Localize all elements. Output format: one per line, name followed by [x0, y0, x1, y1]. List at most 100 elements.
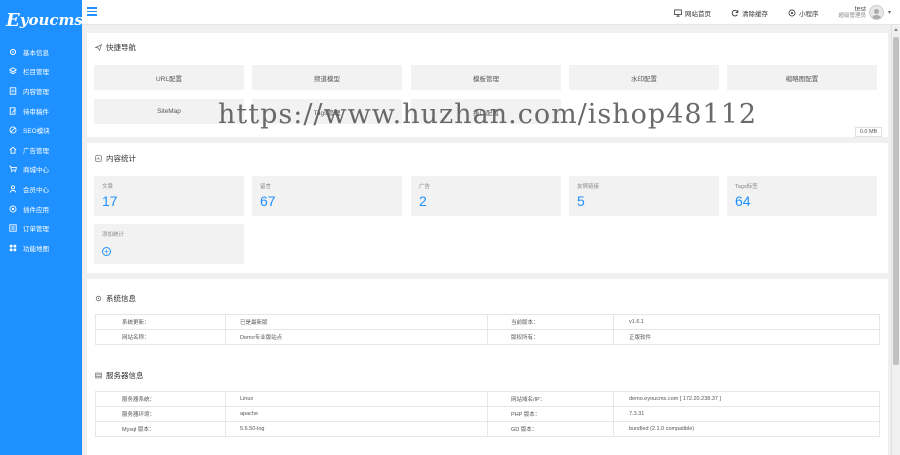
layers-icon: [9, 67, 17, 75]
chevron-down-icon[interactable]: ▾: [888, 9, 891, 16]
menu-toggle-icon[interactable]: [87, 7, 97, 16]
main-content: 快捷导航 URL配置 频道模型 模板管理 水印配置 缩略图配置 SiteMap …: [82, 25, 900, 455]
thumbnail-config-button[interactable]: 缩略图配置: [727, 65, 877, 90]
table-cell-value: 正版软件: [613, 329, 880, 345]
sidebar-item-label: 栏目管理: [23, 69, 49, 77]
api-config-button[interactable]: 接口配置: [411, 99, 561, 124]
stat-label: 文章: [102, 184, 114, 190]
table-cell-key: 系统更新：: [95, 314, 226, 330]
sidebar-item-content[interactable]: 内容管理: [0, 81, 82, 101]
content-stats-panel: 内容统计 文章 17 留言 67 广告 2 友情链接 5 Tags标签 64 添…: [87, 143, 888, 273]
sidebar-item-label: 内容管理: [23, 88, 49, 96]
table-cell-key: 服务器系统：: [95, 391, 226, 407]
sitemap-button[interactable]: SiteMap: [94, 99, 244, 124]
sidebar-item-columns[interactable]: 栏目管理: [0, 62, 82, 82]
sidebar-item-seo[interactable]: SEO模块: [0, 120, 82, 140]
gear-icon: [9, 48, 17, 56]
user-role: 超级管理员: [838, 12, 866, 19]
sidebar-item-members[interactable]: 会员中心: [0, 179, 82, 199]
stat-label: 广告: [419, 184, 431, 190]
cache-size-badge: 0.0 MB: [855, 127, 882, 137]
list-icon: [9, 224, 17, 232]
stat-card-links[interactable]: 友情链接 5: [569, 176, 719, 216]
sidebar-item-label: 功能地图: [23, 245, 49, 253]
channel-model-button[interactable]: 频道模型: [252, 65, 402, 90]
server-icon: [95, 372, 102, 379]
add-stat-card[interactable]: 添加统计 +: [94, 224, 244, 264]
gear-icon: [95, 295, 102, 302]
system-info-title: 系统信息: [95, 293, 136, 304]
table-cell-key: GD 版本：: [487, 421, 614, 437]
home-icon: [9, 146, 17, 154]
clear-cache-label: 清除缓存: [741, 10, 768, 18]
user-info: test 超级管理员: [838, 6, 866, 20]
user-menu[interactable]: test 超级管理员 ▾: [838, 5, 891, 20]
sidebar-item-ads[interactable]: 广告管理: [0, 140, 82, 160]
add-circle-icon[interactable]: +: [102, 247, 111, 256]
table-cell-key: 网站名称：: [95, 329, 226, 345]
sidebar-item-pending[interactable]: 待审稿件: [0, 101, 82, 121]
mini-program-icon: [788, 9, 796, 16]
stat-label: 留言: [260, 184, 272, 190]
site-home-label: 网站首页: [684, 10, 711, 18]
vertical-scrollbar[interactable]: [891, 25, 900, 455]
refresh-icon: [731, 9, 739, 16]
top-actions: 网站首页 清除缓存 小程序 test 超级管理员 ▾: [674, 0, 900, 25]
cart-icon: [9, 165, 17, 173]
sidebar-item-shop[interactable]: 商城中心: [0, 160, 82, 180]
scrollbar-thumb[interactable]: [893, 37, 899, 365]
stat-value: 64: [735, 193, 751, 209]
sidebar-item-label: 订单管理: [23, 226, 49, 234]
table-row: 网站名称： Demo专业版站点 版权所有： 正版软件: [95, 329, 880, 345]
target-icon: [9, 126, 17, 134]
watermark-config-button[interactable]: 水印配置: [569, 65, 719, 90]
server-info-title: 服务器信息: [95, 370, 144, 381]
stat-value: 2: [419, 193, 427, 209]
sidebar-nav: 基本信息 栏目管理 内容管理 待审稿件 SEO模块 广告管理 商城中心 会员中心…: [0, 42, 82, 258]
table-cell-value: apache: [225, 406, 488, 422]
logo-initial: E: [6, 9, 20, 31]
table-cell-value: bundled (2.1.0 compatible): [613, 421, 880, 437]
stats-icon: [95, 155, 102, 162]
sidebar-item-label: 商城中心: [23, 167, 49, 175]
quick-nav-title: 快捷导航: [95, 42, 136, 53]
table-row: 服务器系统： Linux 网站域名/IP： demo.eyoucms.com […: [95, 391, 880, 407]
table-cell-value: Linux: [225, 391, 488, 407]
server-info-table: 服务器系统： Linux 网站域名/IP： demo.eyoucms.com […: [95, 391, 880, 437]
url-config-button[interactable]: URL配置: [94, 65, 244, 90]
user-name: test: [854, 5, 866, 13]
stat-card-messages[interactable]: 留言 67: [252, 176, 402, 216]
table-cell-key: PHP 版本：: [487, 406, 614, 422]
tags-manage-button[interactable]: Tags管理: [252, 99, 402, 124]
clear-cache-button[interactable]: 清除缓存: [731, 8, 768, 18]
edit-doc-icon: [9, 106, 17, 115]
stat-card-tags[interactable]: Tags标签 64: [727, 176, 877, 216]
stat-card-ads[interactable]: 广告 2: [411, 176, 561, 216]
sidebar-item-label: SEO模块: [23, 128, 50, 136]
stat-label: 友情链接: [577, 184, 600, 190]
mini-program-link[interactable]: 小程序: [788, 8, 819, 18]
table-cell-key: 版权所有：: [487, 329, 614, 345]
table-cell-value: Demo专业版站点: [225, 329, 488, 345]
stat-card-articles[interactable]: 文章 17: [94, 176, 244, 216]
avatar[interactable]: [868, 5, 884, 20]
sidebar-item-orders[interactable]: 订单管理: [0, 218, 82, 238]
table-cell-key: 当前版本：: [487, 314, 614, 330]
sidebar-item-plugins[interactable]: 插件应用: [0, 199, 82, 219]
table-cell-key: 服务器环境：: [95, 406, 226, 422]
paper-plane-icon: [95, 44, 102, 51]
scroll-up-arrow-icon[interactable]: [894, 28, 898, 31]
sidebar-item-label: 待审稿件: [23, 108, 49, 116]
sidebar-item-label: 基本信息: [23, 49, 49, 57]
template-manage-button[interactable]: 模板管理: [411, 65, 561, 90]
stat-value: 5: [577, 193, 585, 209]
top-bar: 网站首页 清除缓存 小程序 test 超级管理员 ▾: [82, 0, 900, 25]
mini-program-label: 小程序: [798, 10, 819, 18]
stat-value: 17: [102, 193, 118, 209]
stat-label: Tags标签: [735, 184, 758, 190]
sidebar-item-feature-map[interactable]: 功能地图: [0, 238, 82, 258]
quick-nav-panel: 快捷导航 URL配置 频道模型 模板管理 水印配置 缩略图配置 SiteMap …: [87, 33, 888, 137]
logo[interactable]: Eyoucms: [0, 0, 83, 40]
site-home-link[interactable]: 网站首页: [674, 8, 711, 18]
sidebar-item-basic-info[interactable]: 基本信息: [0, 42, 82, 62]
